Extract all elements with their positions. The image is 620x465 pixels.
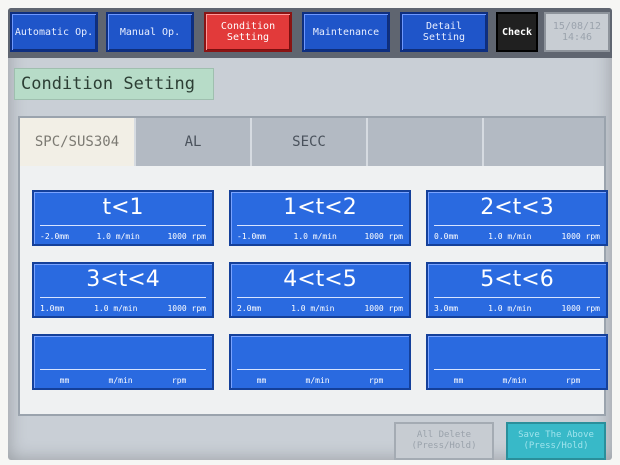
offset-unit: mm <box>59 375 70 385</box>
condition-label: t<1 <box>102 195 144 220</box>
nav-condition-setting-button[interactable]: Condition Setting <box>204 12 292 52</box>
tab-empty-5[interactable] <box>484 118 600 166</box>
speed-value: 1.0 m/min <box>488 231 532 241</box>
tab-spc-sus304[interactable]: SPC/SUS304 <box>20 118 136 166</box>
save-above-button[interactable]: Save The Above (Press/Hold) <box>506 422 606 460</box>
condition-label: 4<t<5 <box>283 267 357 292</box>
speed-unit: m/min <box>502 375 527 385</box>
rpm-value: 1000 rpm <box>364 231 403 241</box>
speed-value: 1.0 m/min <box>94 303 138 313</box>
divider <box>434 297 600 298</box>
offset-value: 2.0mm <box>237 303 262 313</box>
page-title: Condition Setting <box>14 68 214 100</box>
condition-label: 5<t<6 <box>480 267 554 292</box>
tab-secc[interactable]: SECC <box>252 118 368 166</box>
divider <box>40 297 206 298</box>
tab-empty-4[interactable] <box>368 118 484 166</box>
speed-value: 1.0 m/min <box>488 303 532 313</box>
divider <box>434 369 600 370</box>
condition-label: 3<t<4 <box>86 267 160 292</box>
nav-manual-op-button[interactable]: Manual Op. <box>106 12 194 52</box>
condition-label <box>34 338 212 366</box>
tab-al[interactable]: AL <box>136 118 252 166</box>
clock-display: 15/08/12 14:46 <box>544 12 610 52</box>
offset-unit: mm <box>453 375 464 385</box>
divider <box>237 225 403 226</box>
speed-unit: m/min <box>108 375 133 385</box>
condition-button-2-lt-t-lt-3[interactable]: 2<t<3 0.0mm 1.0 m/min 1000 rpm <box>426 190 608 246</box>
condition-panel: SPC/SUS304 AL SECC t<1 -2.0mm 1.0 m/min … <box>18 116 608 416</box>
all-delete-button[interactable]: All Delete (Press/Hold) <box>394 422 494 460</box>
condition-button-5-lt-t-lt-6[interactable]: 5<t<6 3.0mm 1.0 m/min 1000 rpm <box>426 262 608 318</box>
offset-value: 3.0mm <box>434 303 459 313</box>
rpm-value: 1000 rpm <box>364 303 403 313</box>
offset-unit: mm <box>256 375 267 385</box>
rpm-value: 1000 rpm <box>561 231 600 241</box>
nav-maintenance-button[interactable]: Maintenance <box>302 12 390 52</box>
condition-button-empty-1[interactable]: mm m/min rpm <box>32 334 214 390</box>
condition-button-t-lt-1[interactable]: t<1 -2.0mm 1.0 m/min 1000 rpm <box>32 190 214 246</box>
speed-value: 1.0 m/min <box>293 231 337 241</box>
condition-button-1-lt-t-lt-2[interactable]: 1<t<2 -1.0mm 1.0 m/min 1000 rpm <box>229 190 411 246</box>
condition-label <box>231 338 409 366</box>
material-tabs: SPC/SUS304 AL SECC <box>20 118 604 166</box>
nav-detail-setting-button[interactable]: Detail Setting <box>400 12 488 52</box>
rpm-unit: rpm <box>171 375 187 385</box>
condition-button-3-lt-t-lt-4[interactable]: 3<t<4 1.0mm 1.0 m/min 1000 rpm <box>32 262 214 318</box>
condition-label <box>428 338 606 366</box>
divider <box>40 369 206 370</box>
nav-check-button[interactable]: Check <box>496 12 538 52</box>
condition-label: 2<t<3 <box>480 195 554 220</box>
rpm-value: 1000 rpm <box>561 303 600 313</box>
hmi-screen: Automatic Op. Manual Op. Condition Setti… <box>8 8 612 460</box>
offset-value: 0.0mm <box>434 231 459 241</box>
rpm-value: 1000 rpm <box>167 303 206 313</box>
divider <box>237 369 403 370</box>
divider <box>237 297 403 298</box>
condition-button-empty-2[interactable]: mm m/min rpm <box>229 334 411 390</box>
speed-unit: m/min <box>305 375 330 385</box>
divider <box>40 225 206 226</box>
condition-button-empty-3[interactable]: mm m/min rpm <box>426 334 608 390</box>
nav-automatic-op-button[interactable]: Automatic Op. <box>10 12 98 52</box>
offset-value: 1.0mm <box>40 303 65 313</box>
rpm-unit: rpm <box>368 375 384 385</box>
offset-value: -1.0mm <box>237 231 266 241</box>
rpm-value: 1000 rpm <box>167 231 206 241</box>
condition-button-4-lt-t-lt-5[interactable]: 4<t<5 2.0mm 1.0 m/min 1000 rpm <box>229 262 411 318</box>
rpm-unit: rpm <box>565 375 581 385</box>
speed-value: 1.0 m/min <box>96 231 140 241</box>
condition-label: 1<t<2 <box>283 195 357 220</box>
offset-value: -2.0mm <box>40 231 69 241</box>
top-nav-bar: Automatic Op. Manual Op. Condition Setti… <box>8 8 612 58</box>
speed-value: 1.0 m/min <box>291 303 335 313</box>
divider <box>434 225 600 226</box>
